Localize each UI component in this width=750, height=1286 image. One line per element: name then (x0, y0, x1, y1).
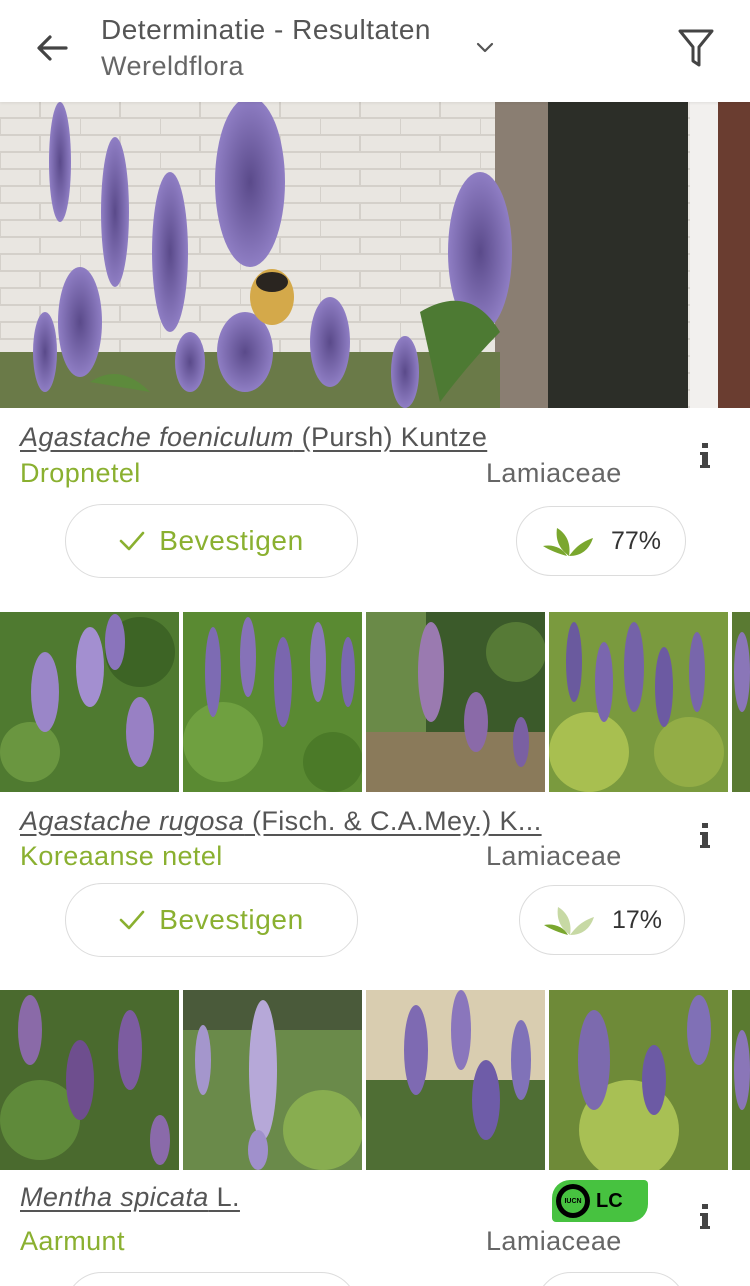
confirm-button[interactable]: Bevestigen (65, 504, 358, 578)
score-badge[interactable]: 17% (519, 885, 685, 955)
leaf-score-icon (542, 528, 593, 556)
plant-thumbnail[interactable] (549, 990, 728, 1170)
plant-thumbnail[interactable] (183, 612, 362, 792)
scientific-name: Agastache rugosa (20, 806, 245, 836)
score-badge[interactable]: 77% (516, 506, 686, 576)
scientific-name: Agastache foeniculum (20, 422, 294, 452)
checkmark-icon (119, 910, 145, 930)
author-name: (Fisch. & C.A.Mey.) K... (244, 806, 542, 836)
result-card: Agastache foeniculum (Pursh) Kuntze Drop… (0, 102, 750, 612)
leaf-score-icon (543, 907, 594, 935)
scientific-name-link[interactable]: Agastache foeniculum (Pursh) Kuntze (20, 422, 487, 453)
family-name: Lamiaceae (486, 1226, 622, 1256)
plant-thumbnail[interactable] (732, 612, 750, 792)
checkmark-icon (119, 531, 145, 551)
title-dropdown[interactable]: Determinatie - Resultaten Wereldflora (101, 12, 431, 84)
scientific-name: Mentha spicata (20, 1182, 209, 1212)
info-icon (700, 1204, 710, 1229)
back-button[interactable] (28, 24, 76, 72)
confirm-button[interactable]: Bevestigen (65, 883, 358, 957)
app-header: Determinatie - Resultaten Wereldflora (0, 0, 750, 102)
score-value: 17% (611, 905, 663, 934)
iucn-status-badge[interactable]: IUCN LC (552, 1180, 648, 1222)
info-icon (700, 443, 710, 468)
author-name: L. (208, 1182, 240, 1212)
plant-thumbnail[interactable] (0, 990, 179, 1170)
chevron-down-icon[interactable] (474, 36, 496, 58)
score-value: 77% (610, 526, 662, 555)
photo-strip[interactable] (0, 612, 750, 792)
confirm-label: Bevestigen (159, 904, 304, 935)
family-name: Lamiaceae (486, 841, 622, 871)
page-title: Determinatie - Resultaten (101, 14, 431, 45)
result-card: Agastache rugosa (Fisch. & C.A.Mey.) K..… (0, 612, 750, 990)
plant-photo-image (0, 102, 750, 408)
info-button[interactable] (694, 442, 716, 470)
common-name: Koreaanse netel (20, 841, 223, 871)
result-photo[interactable] (0, 102, 750, 408)
plant-thumbnail[interactable] (549, 612, 728, 792)
common-name: Dropnetel (20, 458, 141, 488)
author-name: (Pursh) Kuntze (293, 422, 488, 452)
scientific-name-link[interactable]: Mentha spicata L. (20, 1182, 240, 1213)
plant-thumbnail[interactable] (366, 612, 545, 792)
filter-icon (678, 29, 714, 67)
back-arrow-icon (37, 35, 68, 61)
iucn-status-code: LC (596, 1189, 623, 1212)
filter-button[interactable] (672, 20, 720, 76)
iucn-logo-icon: IUCN (556, 1184, 590, 1218)
page-subtitle: Wereldflora (101, 51, 245, 81)
info-icon (700, 823, 710, 848)
info-button[interactable] (694, 822, 716, 850)
plant-thumbnail[interactable] (0, 612, 179, 792)
common-name: Aarmunt (20, 1226, 125, 1256)
plant-thumbnail[interactable] (366, 990, 545, 1170)
confirm-button[interactable] (65, 1272, 358, 1286)
photo-strip[interactable] (0, 990, 750, 1170)
confirm-label: Bevestigen (159, 525, 304, 556)
family-name: Lamiaceae (486, 458, 622, 488)
plant-thumbnail[interactable] (183, 990, 362, 1170)
info-button[interactable] (694, 1203, 716, 1231)
scientific-name-link[interactable]: Agastache rugosa (Fisch. & C.A.Mey.) K..… (20, 806, 542, 837)
result-card: Mentha spicata L. IUCN LC Aarmunt Lamiac… (0, 990, 750, 1286)
plant-thumbnail[interactable] (732, 990, 750, 1170)
score-badge[interactable] (536, 1272, 686, 1286)
